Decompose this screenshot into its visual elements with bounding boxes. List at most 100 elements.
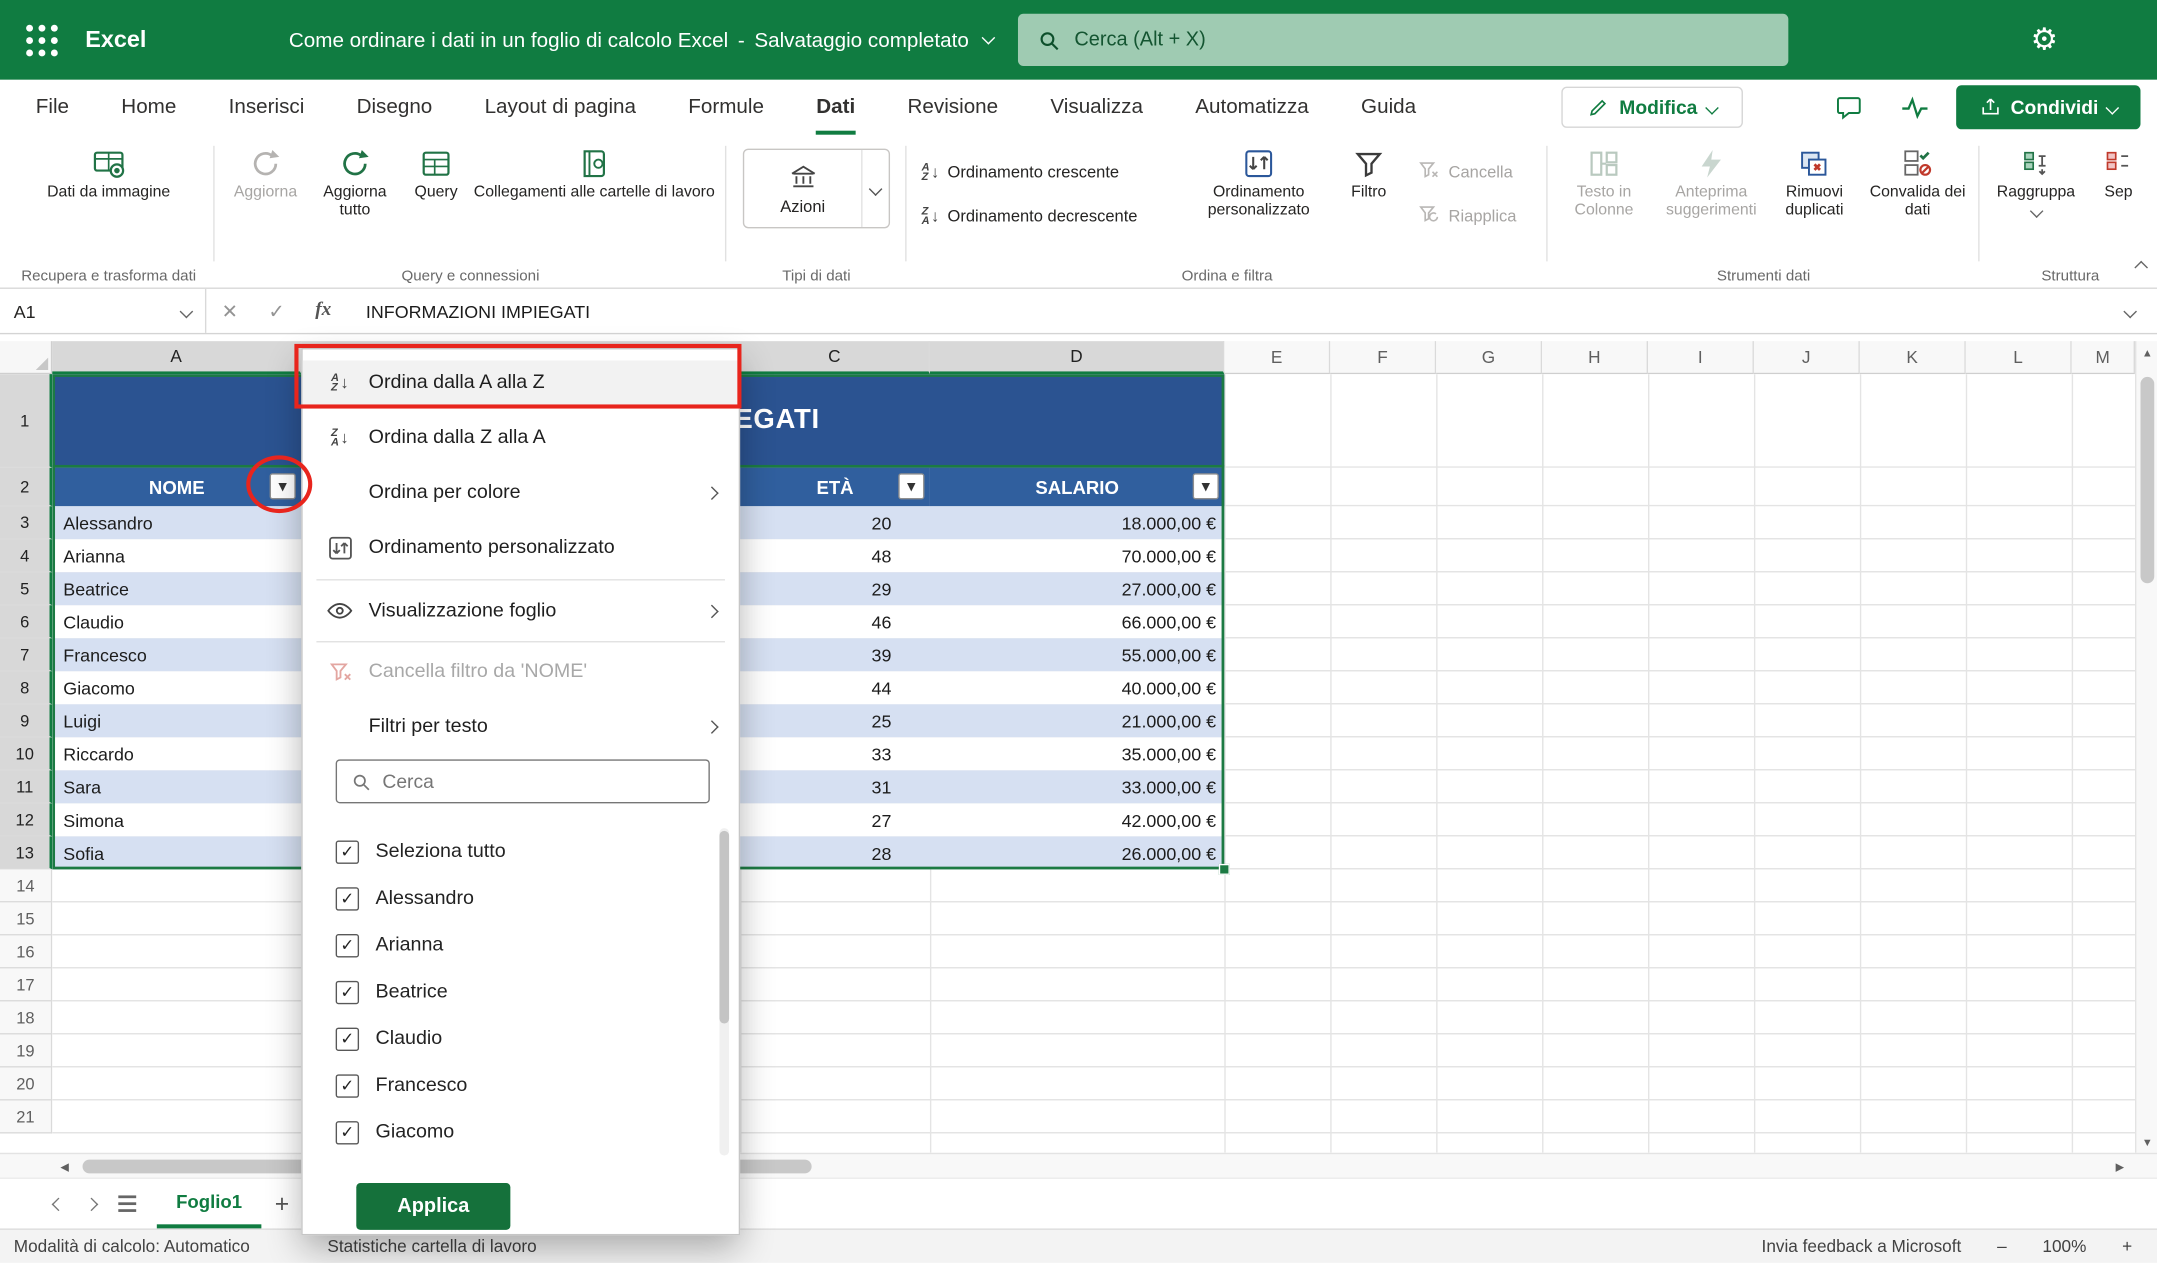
cell-salario[interactable]: 18.000,00 €: [930, 506, 1224, 539]
azioni-dropdown[interactable]: Azioni: [743, 149, 890, 229]
aggiorna-tutto-button[interactable]: Aggiorna tutto: [311, 143, 399, 261]
expand-formula-bar-icon[interactable]: [2102, 299, 2157, 324]
ordinamento-crescente-button[interactable]: AZ↓ Ordinamento crescente: [922, 154, 1183, 190]
cell-nome[interactable]: Claudio: [52, 605, 301, 638]
query-button[interactable]: Query: [402, 143, 471, 261]
header-cell-eta[interactable]: ETÀ ▾: [740, 468, 930, 507]
header-cell-salario[interactable]: SALARIO ▾: [930, 468, 1224, 507]
column-header-j[interactable]: J: [1754, 341, 1860, 374]
ordinamento-personalizzato-button[interactable]: Ordinamento personalizzato: [1191, 143, 1326, 261]
cell-eta[interactable]: 28: [740, 836, 930, 869]
cell-eta[interactable]: 44: [740, 671, 930, 704]
row-header-13[interactable]: 13: [0, 836, 52, 869]
menu-item-sheet-view[interactable]: Visualizzazione foglio: [303, 589, 739, 633]
cell-nome[interactable]: Riccardo: [52, 737, 301, 770]
condividi-button[interactable]: Condividi: [1956, 85, 2140, 129]
filter-dropdown-button-eta[interactable]: ▾: [898, 473, 924, 499]
row-header-15[interactable]: 15: [0, 902, 52, 935]
comments-button[interactable]: [1824, 87, 1874, 128]
filter-list-scrollbar[interactable]: [719, 828, 729, 1155]
add-sheet-button[interactable]: +: [261, 1179, 302, 1229]
checkbox-checked-icon[interactable]: ✓: [336, 887, 359, 910]
cell-nome[interactable]: Luigi: [52, 704, 301, 737]
row-header-5[interactable]: 5: [0, 572, 52, 605]
row-header-10[interactable]: 10: [0, 737, 52, 770]
formula-content[interactable]: INFORMAZIONI IMPIEGATI: [366, 301, 2102, 322]
zoom-in-button[interactable]: +: [2122, 1237, 2132, 1256]
cell-nome[interactable]: Beatrice: [52, 572, 301, 605]
cell-nome[interactable]: Sofia: [52, 836, 301, 869]
checkbox-checked-icon[interactable]: ✓: [336, 980, 359, 1003]
scroll-down-icon[interactable]: ▼: [2136, 1131, 2157, 1153]
checkbox-checked-icon[interactable]: ✓: [336, 1120, 359, 1143]
cell-eta[interactable]: 29: [740, 572, 930, 605]
scroll-up-icon[interactable]: ▲: [2136, 341, 2157, 363]
tab-home[interactable]: Home: [121, 80, 176, 135]
cell-salario[interactable]: 35.000,00 €: [930, 737, 1224, 770]
cell-eta[interactable]: 27: [740, 803, 930, 836]
menu-item-sort-a-to-z[interactable]: AZ↓ Ordina dalla A alla Z: [303, 360, 739, 404]
modifica-mode-button[interactable]: Modifica: [1561, 87, 1743, 128]
filter-option-giacomo[interactable]: ✓Giacomo: [336, 1109, 694, 1156]
cell-eta[interactable]: 39: [740, 638, 930, 671]
column-header-c[interactable]: C: [740, 341, 930, 374]
tab-disegno[interactable]: Disegno: [357, 80, 433, 135]
filter-option-alessandro[interactable]: ✓Alessandro: [336, 875, 694, 922]
cell-salario[interactable]: 66.000,00 €: [930, 605, 1224, 638]
row-header-17[interactable]: 17: [0, 968, 52, 1001]
cell-nome[interactable]: Alessandro: [52, 506, 301, 539]
column-header-e[interactable]: E: [1224, 341, 1330, 374]
filter-option-select-all[interactable]: ✓Seleziona tutto: [336, 828, 694, 875]
row-header-21[interactable]: 21: [0, 1101, 52, 1134]
cell-nome[interactable]: Arianna: [52, 539, 301, 572]
zoom-level[interactable]: 100%: [2042, 1237, 2086, 1256]
filter-search-box[interactable]: [336, 759, 710, 803]
search-input[interactable]: [1074, 29, 1707, 51]
filter-option-arianna[interactable]: ✓Arianna: [336, 922, 694, 969]
separa-button[interactable]: Sep: [2088, 143, 2149, 261]
column-header-m[interactable]: M: [2072, 341, 2135, 374]
insert-function-icon[interactable]: fx: [300, 300, 347, 322]
rimuovi-duplicati-button[interactable]: Rimuovi duplicati: [1769, 143, 1860, 261]
filter-dropdown-button-salario[interactable]: ▾: [1193, 473, 1219, 499]
ordinamento-decrescente-button[interactable]: ZA↓ Ordinamento decrescente: [922, 198, 1183, 234]
filter-list-scroll-thumb[interactable]: [719, 831, 729, 1024]
scroll-left-icon[interactable]: ◀: [52, 1154, 77, 1179]
row-header-12[interactable]: 12: [0, 803, 52, 836]
convalida-dati-button[interactable]: Convalida dei dati: [1863, 143, 1973, 261]
tab-revisione[interactable]: Revisione: [908, 80, 999, 135]
filter-search-input[interactable]: [382, 770, 671, 792]
app-launcher-icon[interactable]: [19, 18, 63, 62]
menu-item-sort-z-to-a[interactable]: ZA↓ Ordina dalla Z alla A: [303, 415, 739, 459]
zoom-out-button[interactable]: –: [1997, 1237, 2007, 1256]
column-header-f[interactable]: F: [1330, 341, 1436, 374]
cell-eta[interactable]: 25: [740, 704, 930, 737]
row-header-7[interactable]: 7: [0, 638, 52, 671]
cell-salario[interactable]: 42.000,00 €: [930, 803, 1224, 836]
cell-eta[interactable]: 46: [740, 605, 930, 638]
column-header-d[interactable]: D: [930, 341, 1224, 374]
filtro-button[interactable]: Filtro: [1332, 143, 1406, 261]
column-header-g[interactable]: G: [1436, 341, 1542, 374]
apply-filter-button[interactable]: Applica: [356, 1183, 510, 1230]
cell-salario[interactable]: 27.000,00 €: [930, 572, 1224, 605]
filter-option-beatrice[interactable]: ✓Beatrice: [336, 968, 694, 1015]
tab-inserisci[interactable]: Inserisci: [229, 80, 305, 135]
next-sheet-icon[interactable]: [74, 1179, 107, 1229]
checkbox-checked-icon[interactable]: ✓: [336, 1027, 359, 1050]
scroll-right-icon[interactable]: ▶: [2107, 1154, 2132, 1179]
row-header-2[interactable]: 2: [0, 468, 52, 507]
name-box[interactable]: A1: [0, 289, 206, 333]
select-all-corner[interactable]: [0, 341, 52, 374]
cell-salario[interactable]: 55.000,00 €: [930, 638, 1224, 671]
checkbox-checked-icon[interactable]: ✓: [336, 933, 359, 956]
tab-guida[interactable]: Guida: [1361, 80, 1416, 135]
cell-salario[interactable]: 40.000,00 €: [930, 671, 1224, 704]
raggruppa-button[interactable]: Raggruppa: [1992, 143, 2080, 261]
column-header-k[interactable]: K: [1860, 341, 1966, 374]
vertical-scroll-thumb[interactable]: [2140, 377, 2154, 583]
calc-mode-status[interactable]: Modalità di calcolo: Automatico: [0, 1237, 250, 1256]
filter-option-claudio[interactable]: ✓Claudio: [336, 1015, 694, 1062]
cell-eta[interactable]: 20: [740, 506, 930, 539]
cell-eta[interactable]: 33: [740, 737, 930, 770]
